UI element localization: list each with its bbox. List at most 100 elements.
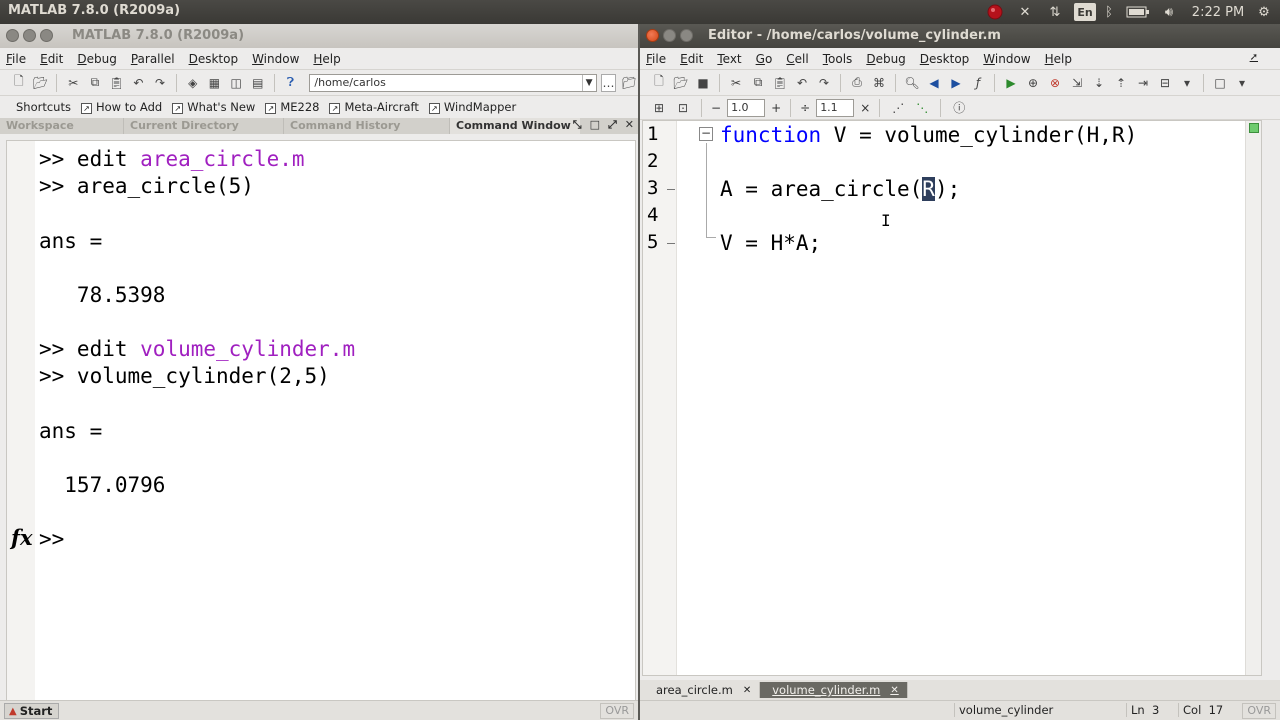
new-file-icon[interactable]: 🗋 [10,74,28,92]
matlab-title-bar[interactable]: MATLAB 7.8.0 (R2009a) [0,24,638,48]
new-file-icon[interactable]: 🗋 [650,74,668,92]
breakpoint-marker[interactable] [667,189,675,190]
volume-icon[interactable]: 🔊︎ [1158,3,1180,21]
undock-arrow-icon[interactable]: ➚ [1250,52,1258,63]
stack-dropdown-icon[interactable]: ▾ [1178,74,1196,92]
shortcut-how-to-add[interactable]: ↗ How to Add [80,100,162,114]
show-cell-titles-icon[interactable]: ⋰ [889,99,907,117]
area-circle-link[interactable]: area_circle.m [140,147,304,171]
increment-button[interactable]: + [771,101,781,115]
vertical-scrollbar[interactable] [1245,121,1261,675]
record-indicator-icon[interactable] [985,3,1005,21]
tab-command-window[interactable]: Command Window [450,118,580,134]
minimize-window-button[interactable] [663,29,676,42]
clear-breakpoints-icon[interactable]: ⊗ [1046,74,1064,92]
paste-icon[interactable]: 📋︎ [108,74,126,92]
undo-icon[interactable]: ↶ [793,74,811,92]
volume-cylinder-link[interactable]: volume_cylinder.m [140,337,355,361]
back-arrow-icon[interactable]: ◀ [925,74,943,92]
copy-icon[interactable]: ⧉ [749,74,767,92]
close-window-button[interactable] [646,29,659,42]
network-icon[interactable]: ✕ [1015,3,1035,21]
cell-multiply-input[interactable]: 1.1 [816,98,855,117]
menu-file[interactable]: File [646,52,666,66]
editor-title-bar[interactable]: Editor - /home/carlos/volume_cylinder.m [640,24,1280,48]
panel-minimize-icon[interactable]: ⤢ [608,118,617,132]
redo-icon[interactable]: ↷ [815,74,833,92]
breakpoint-marker[interactable] [667,243,675,244]
mlint-status-indicator[interactable] [1249,123,1259,133]
figure-icon[interactable]: ▤ [249,74,267,92]
keyboard-layout-indicator[interactable]: En [1074,3,1096,21]
function-browser-icon[interactable]: fx [11,525,33,550]
step-in-icon[interactable]: ⇣ [1090,74,1108,92]
close-tab-icon[interactable]: ✕ [743,685,751,696]
menu-go[interactable]: Go [756,52,773,66]
save-icon[interactable]: ■ [694,74,712,92]
step-icon[interactable]: ⇲ [1068,74,1086,92]
exit-debug-icon[interactable]: ⊟ [1156,74,1174,92]
menu-edit[interactable]: Edit [680,52,703,66]
open-folder-icon[interactable]: 📂︎ [672,74,690,92]
menu-debug[interactable]: Debug [866,52,905,66]
browse-folder-button[interactable]: … [600,73,617,92]
paste-icon[interactable]: 📋︎ [771,74,789,92]
help-icon[interactable]: ❓︎ [282,74,300,92]
transfer-arrows-icon[interactable]: ⇅ [1045,3,1065,21]
cut-icon[interactable]: ✂ [64,74,82,92]
run-icon[interactable]: ▶ [1002,74,1020,92]
step-out-icon[interactable]: ⇡ [1112,74,1130,92]
print-icon[interactable]: ⎙ [848,74,866,92]
menu-cell[interactable]: Cell [786,52,808,66]
menu-window[interactable]: Window [983,52,1030,66]
decrement-button[interactable]: − [711,101,721,115]
tab-current-directory[interactable]: Current Directory [124,118,284,134]
profiler-icon[interactable]: ◫ [227,74,245,92]
shortcut-me228[interactable]: ↗ ME228 [265,100,319,114]
find-icon[interactable]: 🔍︎ [903,74,921,92]
shortcut-whats-new[interactable]: ↗ What's New [172,100,255,114]
minimize-window-button[interactable] [23,29,36,42]
fold-collapse-icon[interactable]: − [699,127,713,141]
menu-help[interactable]: Help [313,52,340,66]
menu-help[interactable]: Help [1045,52,1072,66]
function-browser-icon[interactable]: ƒ [969,74,987,92]
menu-parallel[interactable]: Parallel [131,52,175,66]
close-tab-icon[interactable]: ✕ [890,685,898,696]
maximize-window-button[interactable] [680,29,693,42]
close-window-button[interactable] [6,29,19,42]
battery-icon[interactable] [1125,3,1151,21]
panel-maximize-icon[interactable]: □ [590,118,600,132]
menu-window[interactable]: Window [252,52,299,66]
chevron-down-icon[interactable]: ▼ [581,74,596,91]
command-window-output[interactable]: >> edit area_circle.m >> area_circle(5) … [6,140,636,720]
shortcut-windmapper[interactable]: ↗ WindMapper [428,100,516,114]
open-folder-icon[interactable]: 📂︎ [32,74,50,92]
current-directory-input[interactable]: /home/carlos ▼ [309,73,597,92]
start-button[interactable]: ▲ Start [4,703,60,719]
simulink-icon[interactable]: ◈ [184,74,202,92]
menu-desktop[interactable]: Desktop [920,52,970,66]
up-folder-icon[interactable]: 📁︎ [620,74,638,92]
panel-close-icon[interactable]: ✕ [625,118,634,132]
selected-text[interactable]: R [922,177,935,201]
file-tab-area-circle[interactable]: area_circle.m ✕ [644,682,761,698]
cell-eval-icon[interactable]: ⊞ [650,99,668,117]
menu-text[interactable]: Text [717,52,741,66]
shortcut-meta-aircraft[interactable]: ↗ Meta-Aircraft [329,100,419,114]
code-editor[interactable]: 1 2 3 4 5 − function V = volume_cylinder… [642,120,1262,676]
forward-arrow-icon[interactable]: ▶ [947,74,965,92]
cell-increment-input[interactable]: 1.0 [727,98,766,117]
power-gear-icon[interactable]: ⚙ [1254,3,1274,21]
set-breakpoint-icon[interactable]: ⊕ [1024,74,1042,92]
info-icon[interactable]: ⓘ [950,99,968,117]
cell-mode-icon[interactable]: ⋱ [913,99,931,117]
tab-command-history[interactable]: Command History [284,118,450,134]
shortcuts-label[interactable]: Shortcuts [16,100,71,114]
clock[interactable]: 2:22 PM [1190,3,1246,21]
redo-icon[interactable]: ↷ [151,74,169,92]
menu-desktop[interactable]: Desktop [189,52,239,66]
menu-file[interactable]: File [6,52,26,66]
menu-tools[interactable]: Tools [823,52,853,66]
maximize-window-button[interactable] [40,29,53,42]
